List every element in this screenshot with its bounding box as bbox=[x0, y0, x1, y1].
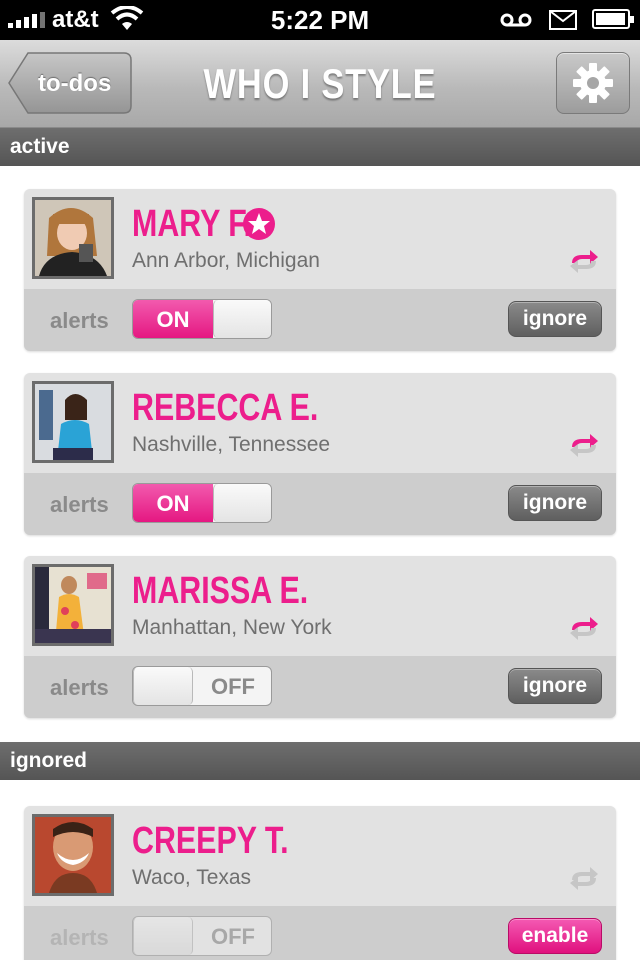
ignore-button[interactable]: ignore bbox=[508, 485, 602, 521]
client-name: MARISSA E. bbox=[132, 570, 309, 612]
sync-icon[interactable] bbox=[568, 431, 600, 459]
client-location: Nashville, Tennessee bbox=[132, 433, 331, 456]
nav-bar: to-dos WHO I STYLE bbox=[0, 40, 640, 128]
toggle-knob bbox=[133, 667, 193, 705]
avatar bbox=[32, 814, 114, 896]
battery-icon bbox=[592, 9, 634, 29]
section-header-active: active bbox=[0, 128, 640, 166]
toggle-knob bbox=[213, 300, 271, 338]
alerts-label: alerts bbox=[50, 308, 109, 333]
status-bar: at&t 5:22 PM bbox=[0, 0, 640, 40]
client-card[interactable]: MARISSA E. Manhattan, New York alerts OF… bbox=[24, 556, 616, 718]
client-card[interactable]: REBECCA E. Nashville, Tennessee alerts O… bbox=[24, 373, 616, 535]
alerts-label: alerts bbox=[50, 925, 109, 950]
settings-button[interactable] bbox=[556, 52, 630, 114]
voicemail-icon bbox=[500, 13, 532, 27]
client-location: Waco, Texas bbox=[132, 866, 252, 889]
client-name: CREEPY T. bbox=[132, 820, 289, 862]
toggle-knob bbox=[213, 484, 271, 522]
toggle-off-label: OFF bbox=[211, 924, 255, 949]
sync-icon bbox=[570, 867, 598, 890]
gear-icon bbox=[573, 63, 613, 103]
ignore-button[interactable]: ignore bbox=[508, 668, 602, 704]
clock: 5:22 PM bbox=[270, 5, 370, 35]
alerts-label: alerts bbox=[50, 675, 109, 700]
card-controls: alerts ON ignore bbox=[24, 473, 616, 535]
page-title: WHO I STYLE bbox=[203, 60, 437, 107]
alerts-toggle[interactable]: ON bbox=[132, 299, 272, 339]
alerts-label: alerts bbox=[50, 492, 109, 517]
client-location: Manhattan, New York bbox=[132, 616, 332, 639]
avatar bbox=[32, 564, 114, 646]
client-card[interactable]: MARY F. Ann Arbor, Michigan alerts ON ig… bbox=[24, 189, 616, 351]
card-controls: alerts OFF ignore bbox=[24, 656, 616, 718]
toggle-off-label: OFF bbox=[211, 674, 255, 699]
toggle-on-label: ON bbox=[133, 484, 213, 522]
card-controls: alerts OFF enable bbox=[24, 906, 616, 960]
alerts-toggle[interactable]: OFF bbox=[132, 666, 272, 706]
avatar bbox=[32, 197, 114, 279]
client-name: REBECCA E. bbox=[132, 387, 319, 429]
card-controls: alerts ON ignore bbox=[24, 289, 616, 351]
client-location: Ann Arbor, Michigan bbox=[132, 249, 320, 272]
toggle-knob bbox=[133, 917, 193, 955]
sync-icon[interactable] bbox=[568, 614, 600, 642]
alerts-toggle: OFF bbox=[132, 916, 272, 956]
sync-icon[interactable] bbox=[568, 247, 600, 275]
alerts-toggle[interactable]: ON bbox=[132, 483, 272, 523]
client-name: MARY F. bbox=[132, 203, 252, 245]
toggle-on-label: ON bbox=[133, 300, 213, 338]
client-card[interactable]: CREEPY T. Waco, Texas alerts OFF enable bbox=[24, 806, 616, 960]
star-icon bbox=[243, 208, 275, 240]
avatar bbox=[32, 381, 114, 463]
enable-button[interactable]: enable bbox=[508, 918, 602, 954]
section-header-ignored: ignored bbox=[0, 742, 640, 780]
mail-icon bbox=[549, 10, 577, 30]
ignore-button[interactable]: ignore bbox=[508, 301, 602, 337]
